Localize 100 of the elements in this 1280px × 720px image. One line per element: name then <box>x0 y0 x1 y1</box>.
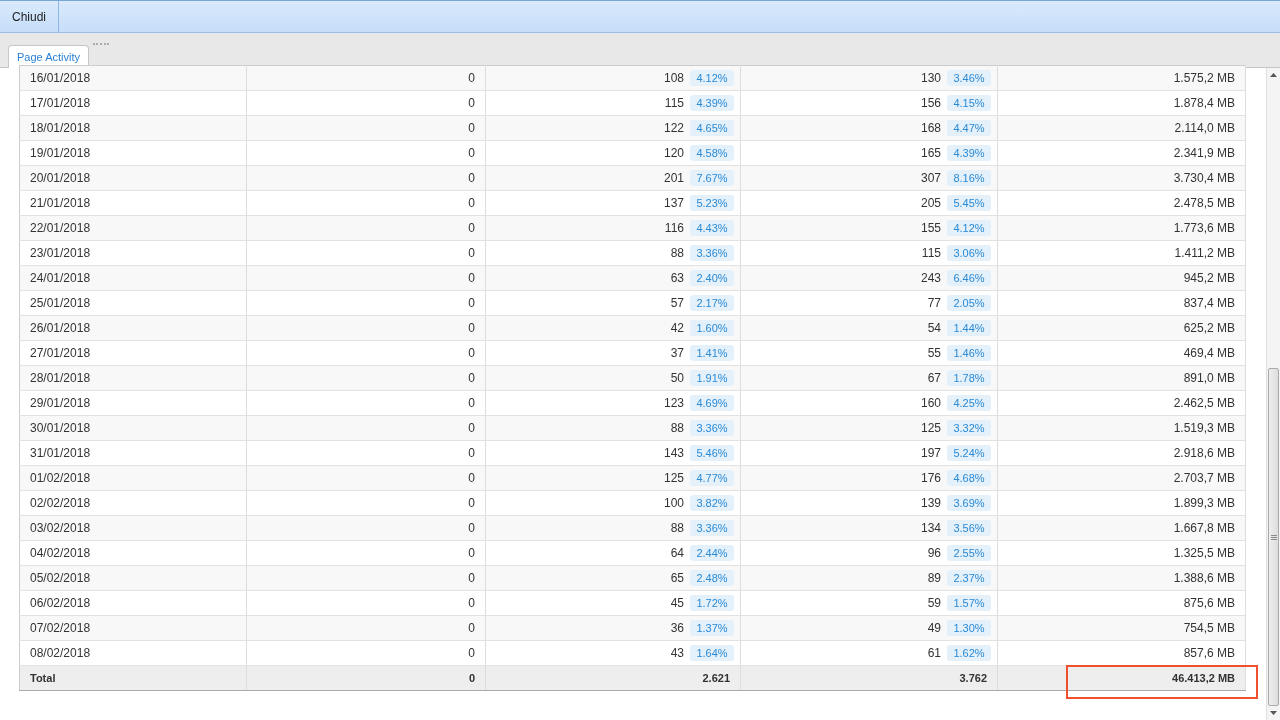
date-cell: 19/01/2018 <box>19 140 247 166</box>
table-cell: 0 <box>246 65 486 91</box>
size-cell: 2.478,5 MB <box>997 190 1246 216</box>
count-value: 307 <box>920 171 941 185</box>
table-cell: 0 <box>246 315 486 341</box>
date-cell: 01/02/2018 <box>19 465 247 491</box>
size-cell: 625,2 MB <box>997 315 1246 341</box>
table-cell: 0 <box>246 390 486 416</box>
count-value: 54 <box>927 321 941 335</box>
percent-tag: 5.23% <box>690 195 734 211</box>
percent-tag: 3.46% <box>947 70 991 86</box>
date-cell: 04/02/2018 <box>19 540 247 566</box>
table-cell: 0 <box>246 615 486 641</box>
size-cell: 1.575,2 MB <box>997 65 1246 91</box>
table-cell: 0 <box>246 415 486 441</box>
percent-tag: 1.41% <box>690 345 734 361</box>
close-button[interactable]: Chiudi <box>0 1 60 32</box>
count-value: 176 <box>920 471 941 485</box>
percent-tag: 5.45% <box>947 195 991 211</box>
percent-tag: 1.46% <box>947 345 991 361</box>
date-cell: 02/02/2018 <box>19 490 247 516</box>
count-value: 64 <box>670 546 684 560</box>
count-value: 122 <box>663 121 684 135</box>
percent-tag: 4.25% <box>947 395 991 411</box>
total-cell: 3.762 <box>740 665 998 691</box>
count-value: 36 <box>670 621 684 635</box>
date-cell: 16/01/2018 <box>19 65 247 91</box>
size-cell: 1.878,4 MB <box>997 90 1246 116</box>
size-cell: 875,6 MB <box>997 590 1246 616</box>
total-cell: 2.621 <box>485 665 741 691</box>
size-cell: 1.899,3 MB <box>997 490 1246 516</box>
count-value: 143 <box>663 446 684 460</box>
date-cell: 06/02/2018 <box>19 590 247 616</box>
percent-tag: 3.36% <box>690 420 734 436</box>
percent-tag: 4.69% <box>690 395 734 411</box>
size-cell: 1.388,6 MB <box>997 565 1246 591</box>
scrollbar[interactable] <box>1266 68 1280 720</box>
count-value: 59 <box>927 596 941 610</box>
percent-tag: 7.67% <box>690 170 734 186</box>
count-value: 165 <box>920 146 941 160</box>
count-value: 89 <box>927 571 941 585</box>
date-cell: 31/01/2018 <box>19 440 247 466</box>
percent-tag: 1.78% <box>947 370 991 386</box>
count-value: 88 <box>670 521 684 535</box>
count-value: 139 <box>920 496 941 510</box>
count-value: 125 <box>663 471 684 485</box>
percent-tag: 2.37% <box>947 570 991 586</box>
date-cell: 22/01/2018 <box>19 215 247 241</box>
percent-tag: 4.39% <box>947 145 991 161</box>
count-value: 65 <box>670 571 684 585</box>
date-cell: 18/01/2018 <box>19 115 247 141</box>
scroll-thumb[interactable] <box>1268 368 1279 706</box>
table-cell: 0 <box>246 440 486 466</box>
count-value: 137 <box>663 196 684 210</box>
size-cell: 2.918,6 MB <box>997 440 1246 466</box>
count-value: 123 <box>663 396 684 410</box>
size-cell: 3.730,4 MB <box>997 165 1246 191</box>
percent-tag: 1.91% <box>690 370 734 386</box>
date-cell: 21/01/2018 <box>19 190 247 216</box>
count-value: 115 <box>921 246 941 260</box>
date-cell: 23/01/2018 <box>19 240 247 266</box>
table-cell: 0 <box>246 115 486 141</box>
date-cell: 29/01/2018 <box>19 390 247 416</box>
count-value: 125 <box>920 421 941 435</box>
table-cell: 0 <box>246 90 486 116</box>
count-value: 156 <box>920 96 941 110</box>
drag-handle-icon[interactable] <box>93 43 109 45</box>
count-value: 168 <box>920 121 941 135</box>
date-cell: 25/01/2018 <box>19 290 247 316</box>
size-cell: 857,6 MB <box>997 640 1246 666</box>
count-value: 160 <box>920 396 941 410</box>
table-cell: 0 <box>246 365 486 391</box>
percent-tag: 2.40% <box>690 270 734 286</box>
table-cell: 0 <box>246 190 486 216</box>
table-cell: 0 <box>246 565 486 591</box>
count-value: 96 <box>927 546 941 560</box>
date-cell: 26/01/2018 <box>19 315 247 341</box>
count-value: 63 <box>670 271 684 285</box>
size-cell: 2.341,9 MB <box>997 140 1246 166</box>
percent-tag: 2.44% <box>690 545 734 561</box>
count-value: 115 <box>664 96 684 110</box>
size-cell: 1.519,3 MB <box>997 415 1246 441</box>
count-value: 100 <box>663 496 684 510</box>
count-value: 61 <box>927 646 941 660</box>
percent-tag: 3.82% <box>690 495 734 511</box>
percent-tag: 2.55% <box>947 545 991 561</box>
count-value: 243 <box>920 271 941 285</box>
count-value: 42 <box>670 321 684 335</box>
table-cell: 0 <box>246 140 486 166</box>
percent-tag: 1.30% <box>947 620 991 636</box>
table-cell: 0 <box>246 465 486 491</box>
size-cell: 2.462,5 MB <box>997 390 1246 416</box>
size-cell: 754,5 MB <box>997 615 1246 641</box>
table-cell: 0 <box>246 340 486 366</box>
count-value: 50 <box>670 371 684 385</box>
percent-tag: 3.36% <box>690 245 734 261</box>
percent-tag: 1.72% <box>690 595 734 611</box>
percent-tag: 4.39% <box>690 95 734 111</box>
table-cell: 0 <box>246 290 486 316</box>
size-cell: 1.667,8 MB <box>997 515 1246 541</box>
